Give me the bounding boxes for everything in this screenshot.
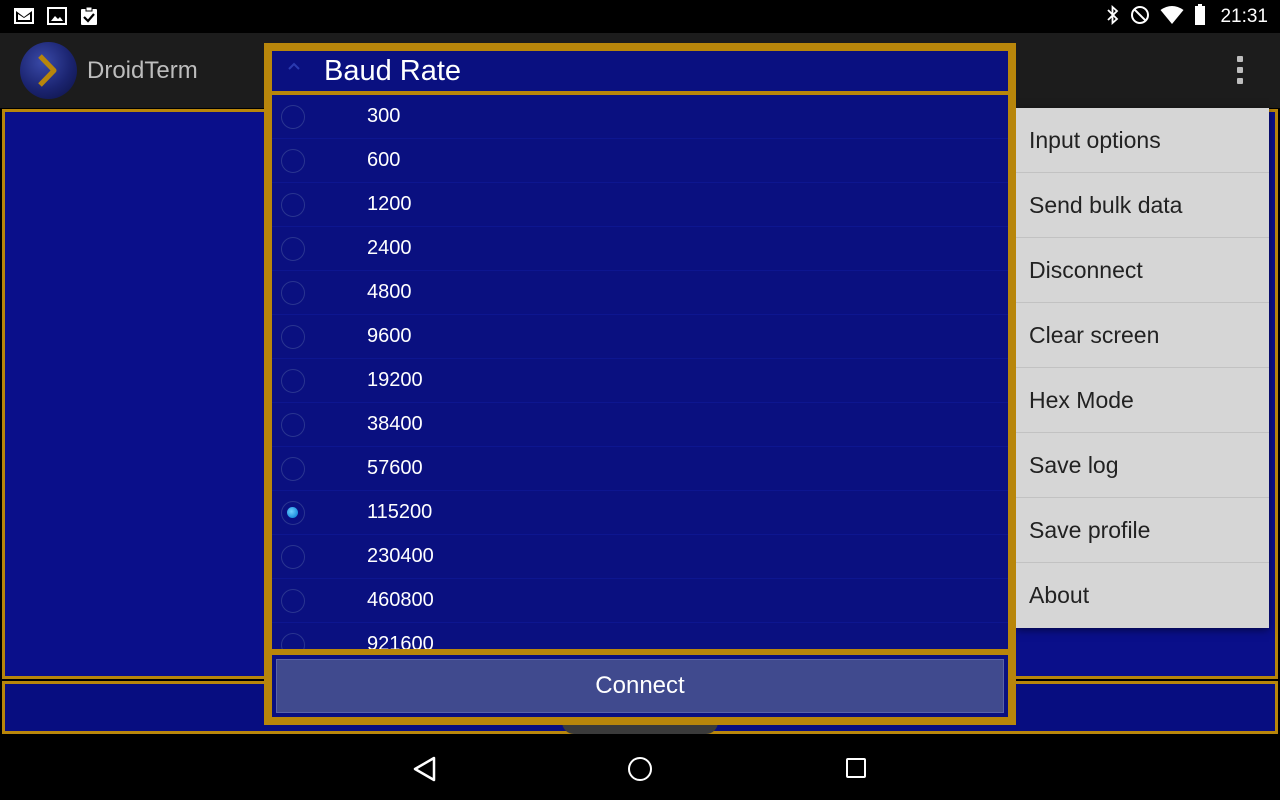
- overflow-menu: Input options Send bulk data Disconnect …: [1016, 108, 1269, 628]
- menu-item-about[interactable]: About: [1016, 563, 1269, 628]
- radio-button[interactable]: [281, 588, 305, 613]
- radio-button-checked[interactable]: [281, 500, 305, 525]
- image-icon: [47, 6, 67, 31]
- navigation-bar: [0, 736, 1280, 800]
- dialog-title: Baud Rate: [324, 55, 462, 87]
- radio-button[interactable]: [281, 368, 305, 393]
- baud-option-label: 460800: [367, 589, 434, 611]
- baud-option[interactable]: 38400: [272, 403, 1008, 447]
- baud-option[interactable]: 600: [272, 139, 1008, 183]
- baud-rate-list[interactable]: 300 600 1200 2400 4800 9600 19200 38400 …: [272, 95, 1008, 649]
- more-vert-icon[interactable]: [1228, 53, 1252, 87]
- radio-button[interactable]: [281, 104, 305, 129]
- baud-option-label: 230400: [367, 545, 434, 567]
- wifi-icon: [1160, 5, 1184, 30]
- menu-item-send-bulk-data[interactable]: Send bulk data: [1016, 173, 1269, 238]
- baud-option[interactable]: 230400: [272, 535, 1008, 579]
- baud-option-label: 115200: [367, 501, 433, 523]
- battery-icon: [1194, 3, 1206, 31]
- baud-option-label: 600: [367, 149, 401, 171]
- chevron-right-icon: [38, 54, 57, 87]
- menu-item-hex-mode[interactable]: Hex Mode: [1016, 368, 1269, 433]
- do-not-disturb-icon: [1130, 5, 1150, 30]
- radio-button[interactable]: [281, 236, 305, 261]
- radio-button[interactable]: [281, 632, 305, 649]
- baud-option[interactable]: 460800: [272, 579, 1008, 623]
- chevron-up-icon[interactable]: [286, 59, 302, 77]
- radio-button[interactable]: [281, 280, 305, 305]
- baud-option-selected[interactable]: 115200: [272, 491, 1008, 535]
- baud-option-label: 19200: [367, 369, 423, 391]
- radio-button[interactable]: [281, 192, 305, 217]
- baud-option[interactable]: 9600: [272, 315, 1008, 359]
- clipboard-check-icon: [79, 6, 99, 31]
- baud-option-label: 38400: [367, 413, 423, 435]
- radio-button[interactable]: [281, 324, 305, 349]
- baud-option-label: 300: [367, 105, 401, 127]
- baud-option[interactable]: 1200: [272, 183, 1008, 227]
- notification-icons: [13, 6, 99, 31]
- home-icon[interactable]: [628, 757, 652, 781]
- menu-item-input-options[interactable]: Input options: [1016, 108, 1269, 173]
- radio-button[interactable]: [281, 148, 305, 173]
- baud-option-label: 921600: [367, 633, 434, 649]
- bluetooth-icon: [1106, 4, 1120, 30]
- radio-button[interactable]: [281, 412, 305, 437]
- baud-option[interactable]: 4800: [272, 271, 1008, 315]
- dialog-footer: Connect: [272, 655, 1008, 717]
- app-title: DroidTerm: [87, 57, 198, 84]
- back-icon[interactable]: [412, 756, 438, 787]
- dialog-header: Baud Rate: [272, 51, 1008, 91]
- system-icons: 21:31: [1106, 3, 1268, 31]
- menu-item-clear-screen[interactable]: Clear screen: [1016, 303, 1269, 368]
- app-logo[interactable]: [20, 42, 77, 99]
- gmail-icon: [13, 6, 35, 31]
- radio-button[interactable]: [281, 456, 305, 481]
- clock: 21:31: [1220, 6, 1268, 27]
- baud-option-label: 4800: [367, 281, 412, 303]
- menu-item-save-profile[interactable]: Save profile: [1016, 498, 1269, 563]
- baud-option[interactable]: 2400: [272, 227, 1008, 271]
- baud-option[interactable]: 300: [272, 95, 1008, 139]
- baud-option[interactable]: 921600: [272, 623, 1008, 649]
- baud-option[interactable]: 57600: [272, 447, 1008, 491]
- baud-option-label: 9600: [367, 325, 412, 347]
- connect-button[interactable]: Connect: [276, 659, 1004, 713]
- status-bar: 21:31: [0, 0, 1280, 33]
- radio-button[interactable]: [281, 544, 305, 569]
- baud-option-label: 1200: [367, 193, 412, 215]
- baud-option-label: 2400: [367, 237, 412, 259]
- baud-option[interactable]: 19200: [272, 359, 1008, 403]
- baud-option-label: 57600: [367, 457, 423, 479]
- menu-item-disconnect[interactable]: Disconnect: [1016, 238, 1269, 303]
- baud-rate-dialog: Baud Rate 300 600 1200 2400 4800 9600 19…: [264, 43, 1016, 725]
- menu-item-save-log[interactable]: Save log: [1016, 433, 1269, 498]
- recents-icon[interactable]: [846, 758, 866, 778]
